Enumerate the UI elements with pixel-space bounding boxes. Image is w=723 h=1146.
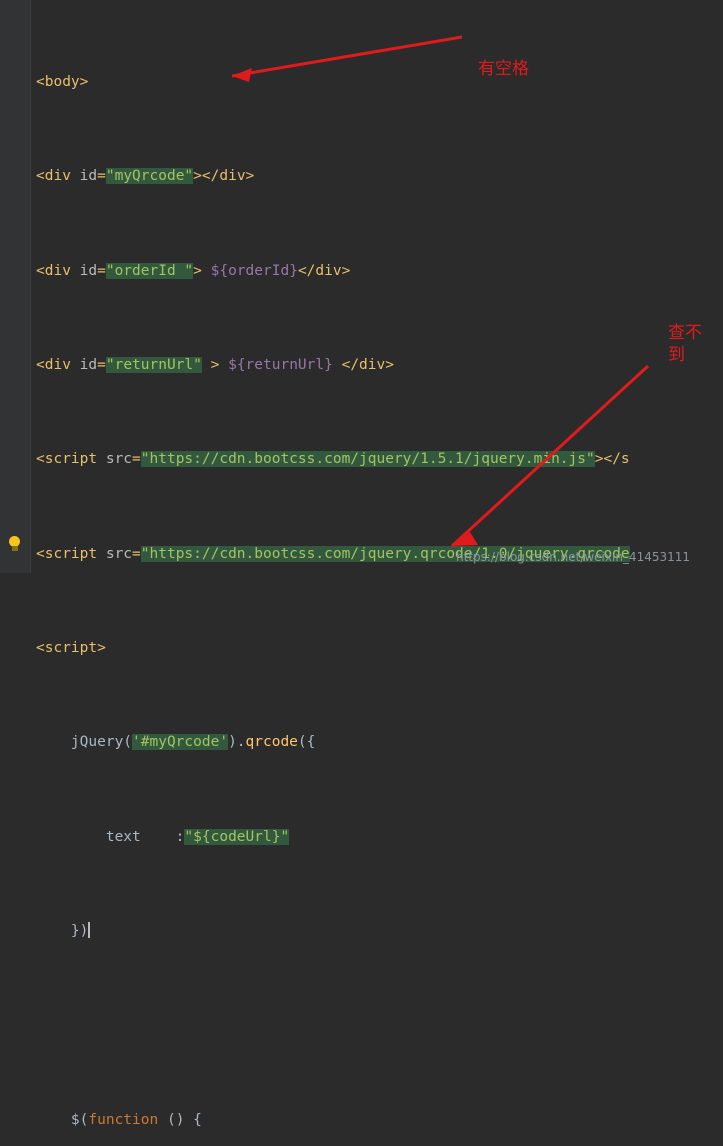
code-line: }) xyxy=(70,922,91,940)
annotation-not-found-line2: 到 xyxy=(668,345,685,365)
code-line: <div id="myQrcode"></div> xyxy=(36,168,255,185)
annotation-not-found: 查不 到 xyxy=(668,322,708,366)
lightbulb-base xyxy=(11,546,18,551)
code-line: <script src="https://cdn.bootcss.com/jqu… xyxy=(36,451,630,468)
code-area[interactable]: <body> <div id="myQrcode"></div> <div id… xyxy=(36,0,723,1146)
code-line: <body> xyxy=(36,73,89,90)
code-line: jQuery('#myQrcode').qrcode({ xyxy=(70,734,316,751)
code-line: $(function () { xyxy=(70,1111,202,1128)
code-editor[interactable]: <body> <div id="myQrcode"></div> <div id… xyxy=(0,0,723,1128)
code-line: <script> xyxy=(36,640,106,657)
watermark-url: https://blog.csdn.net/weixin_41453111 xyxy=(456,550,691,564)
editor-gutter xyxy=(0,0,31,573)
annotation-not-found-line1: 查不 xyxy=(668,323,702,343)
text-caret xyxy=(88,922,91,939)
lightbulb-icon[interactable] xyxy=(7,536,23,554)
code-line: <div id="returnUrl" > ${returnUrl} </div… xyxy=(36,356,394,373)
code-line: text :"${codeUrl}" xyxy=(105,828,290,845)
annotation-has-space: 有空格 xyxy=(478,59,529,79)
code-line: <div id="orderId "> ${orderId}</div> xyxy=(36,262,351,279)
